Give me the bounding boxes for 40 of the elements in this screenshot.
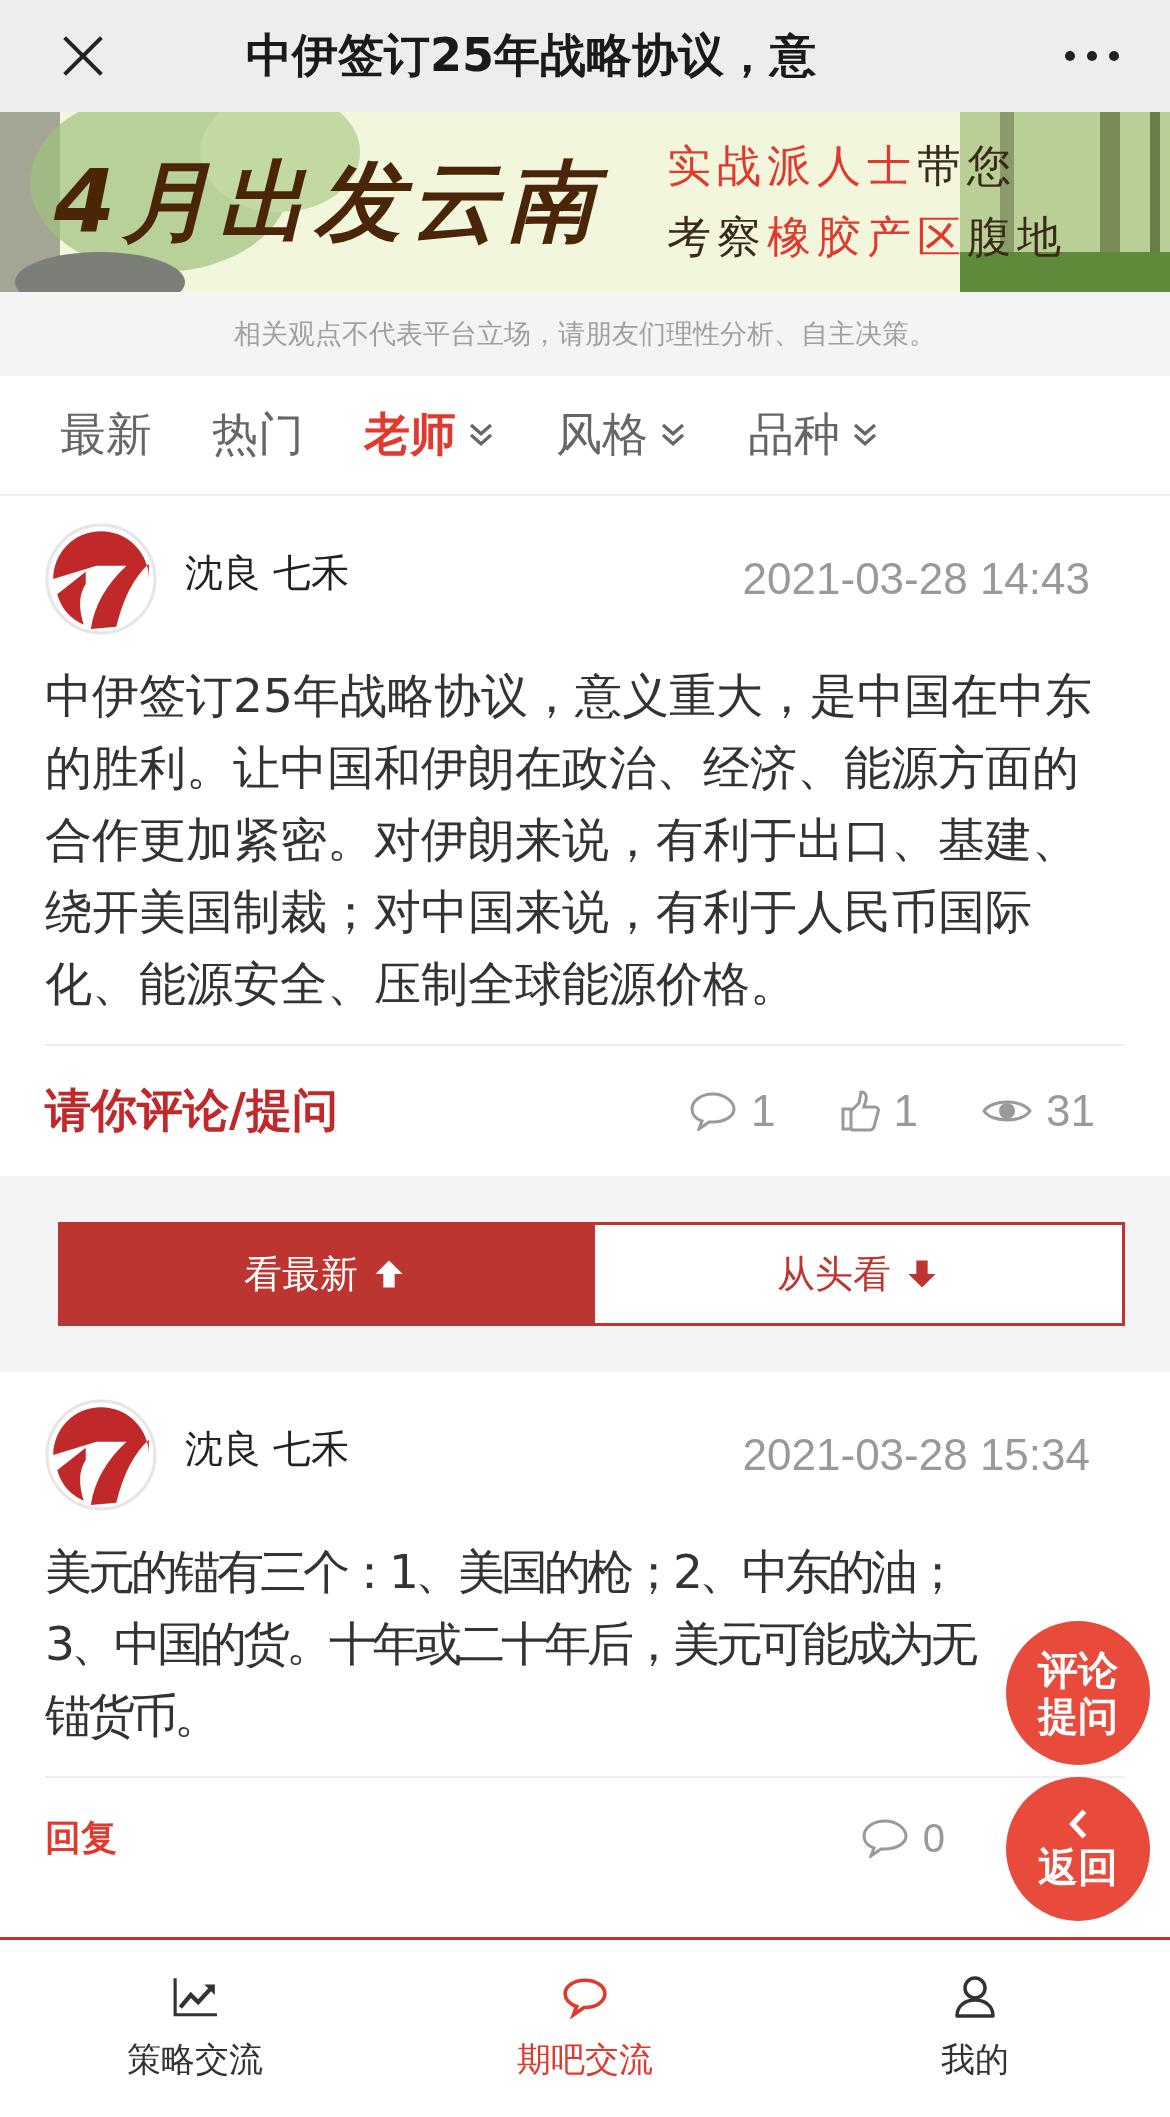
disclaimer-text: 相关观点不代表平台立场，请朋友们理性分析、自主决策。 xyxy=(234,317,936,351)
comment-icon[interactable] xyxy=(860,1818,909,1858)
filter-tab[interactable]: 老师 xyxy=(364,404,496,466)
like-count: 1 xyxy=(893,1086,919,1136)
post-text: 美元的锚有三个：1、美国的枪；2、中东的油；3、中国的货。十年或二十年后，美元可能成为无锚货币。 xyxy=(45,1543,976,1745)
banner-text: 考察 xyxy=(667,211,768,262)
filter-tab[interactable]: 品种 xyxy=(748,404,880,466)
comment-link[interactable]: 请你评论/提问 xyxy=(45,1080,338,1142)
post-text: 中伊签订25年战略协议，意义重大，是中国在中东的胜利。让中国和伊朗在政治、经济、能源方面的合作更加紧密。对伊朗来说，有利于出口、基建、绕开美国制裁；对中国来说，有利于人民币国际化、能源安全、压制全球能源价格。 xyxy=(45,667,1093,1013)
comment-count: 0 xyxy=(922,1815,945,1861)
comment-button[interactable]: 评论提问 xyxy=(1006,1621,1150,1765)
banner-headline: 4月出发云南 xyxy=(50,142,628,262)
page-title: 中伊签订25年战略协议，意 xyxy=(246,27,817,84)
avatar-icon xyxy=(45,523,157,635)
filter-tab[interactable]: 风格 xyxy=(556,404,688,466)
banner-text: 带您 xyxy=(917,140,1018,191)
filter-tab[interactable]: 热门 xyxy=(212,404,304,466)
sort-button[interactable]: 看最新 xyxy=(58,1222,592,1326)
banner-text: 橡胶产区 xyxy=(767,211,968,262)
author-name: 沈良 七禾 xyxy=(185,1425,350,1473)
avatar-icon xyxy=(45,1399,157,1511)
nav-tab[interactable]: 期吧交流 xyxy=(390,1940,780,2117)
reply-link[interactable]: 回复 xyxy=(45,1813,117,1863)
comment-count: 1 xyxy=(751,1086,776,1136)
author-name: 沈良 七禾 xyxy=(185,549,350,597)
view-count: 31 xyxy=(1046,1086,1095,1136)
chevron-left-icon xyxy=(1067,1808,1089,1840)
comment-icon[interactable] xyxy=(689,1091,738,1131)
back-button[interactable]: 返回 xyxy=(1006,1777,1150,1921)
user-icon xyxy=(952,1974,998,2019)
post-time: 2021-03-28 15:34 xyxy=(742,1430,1090,1480)
more-icon[interactable] xyxy=(1064,50,1120,62)
sort-button[interactable]: 从头看 xyxy=(591,1222,1125,1326)
nav-tab[interactable]: 我的 xyxy=(780,1940,1170,2117)
nav-tab[interactable]: 策略交流 xyxy=(0,1940,390,2117)
thumbs-up-icon[interactable] xyxy=(839,1089,880,1133)
filter-tab[interactable]: 最新 xyxy=(60,404,152,466)
post-time: 2021-03-28 14:43 xyxy=(742,554,1090,604)
banner-text: 实战派人士 xyxy=(667,140,918,191)
banner-text: 腹地 xyxy=(967,211,1068,262)
